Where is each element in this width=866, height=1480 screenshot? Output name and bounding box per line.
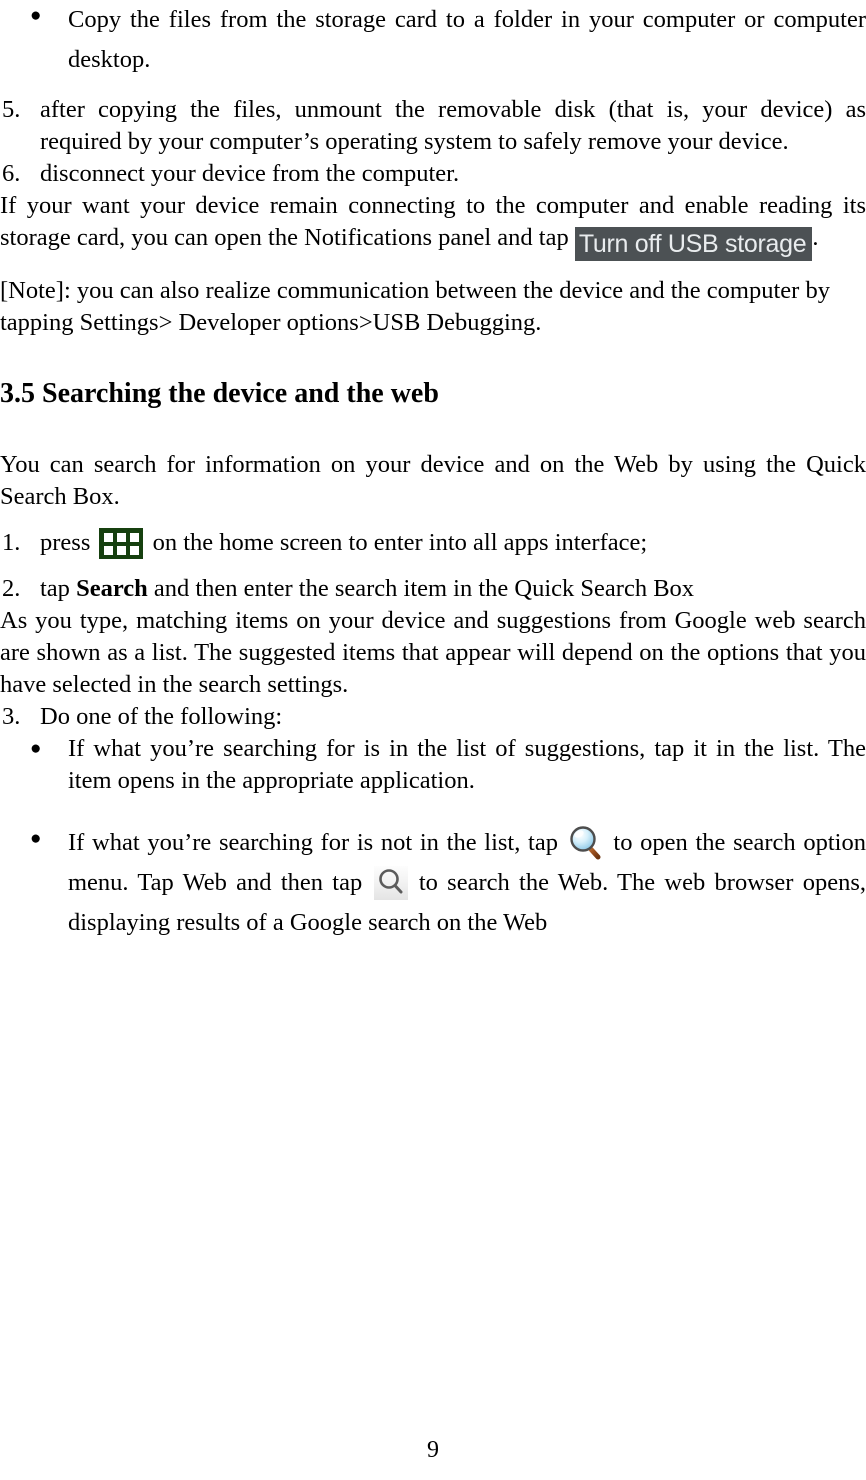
bullet-copy-files-text: Copy the files from the storage card to … (68, 6, 866, 73)
item-2-text: tap Search and then enter the search ite… (40, 573, 866, 605)
document-page: ● Copy the files from the storage card t… (0, 0, 866, 1480)
bullet-marker: ● (30, 828, 42, 849)
intro-paragraph: You can search for information on your d… (0, 451, 866, 510)
usb-paragraph-text-after: . (812, 224, 819, 251)
bullet-marker: ● (30, 5, 42, 26)
search-keyword: Search (76, 575, 148, 602)
list-item: 5. after copying the files, unmount the … (0, 94, 866, 158)
item-1-text-after: on the home screen to enter into all app… (152, 529, 648, 556)
list-number: 1. (2, 529, 21, 556)
grid-cell (117, 546, 127, 555)
usb-storage-paragraph: If your want your device remain connecti… (0, 190, 866, 261)
list-number: 5. (2, 96, 21, 123)
search-magnifier-flat-icon[interactable] (373, 866, 408, 900)
item-1-text: press on the home screen to enter into a… (40, 527, 866, 559)
list-item: 6. disconnect your device from the compu… (0, 158, 866, 190)
item-5-text: after copying the files, unmount the rem… (40, 96, 866, 155)
item-3-text: Do one of the following: (40, 703, 283, 730)
page-content: ● Copy the files from the storage card t… (0, 0, 866, 943)
list-item: ● If what you’re searching for is not in… (0, 823, 866, 943)
item-6-text: disconnect your device from the computer… (40, 160, 460, 187)
grid-cell (130, 533, 140, 542)
item-2-text-before: tap (40, 575, 70, 602)
bullet-marker: ● (30, 738, 42, 759)
bullet-not-in-list-part1: If what you’re searching for is not in t… (68, 829, 558, 856)
all-apps-grid-icon[interactable] (99, 528, 144, 559)
list-item: 3. Do one of the following: (0, 701, 866, 733)
as-you-type-paragraph: As you type, matching items on your devi… (0, 607, 866, 698)
grid-cell (117, 533, 127, 542)
list-number: 3. (2, 703, 21, 730)
page-number: 9 (427, 1437, 439, 1463)
list-item: ● Copy the files from the storage card t… (0, 0, 866, 80)
grid-cell (104, 546, 114, 555)
list-item: 2. tap Search and then enter the search … (0, 573, 866, 605)
note-paragraph: [Note]: you can also realize communicati… (0, 277, 830, 336)
list-number: 2. (2, 575, 21, 602)
list-number: 6. (2, 160, 21, 187)
bullet-in-list-text: If what you’re searching for is in the l… (68, 735, 866, 794)
grid-cell (104, 533, 114, 542)
item-1-text-before: press (40, 529, 91, 556)
search-magnifier-glossy-icon[interactable] (568, 825, 604, 861)
list-item: ● If what you’re searching for is in the… (0, 733, 866, 797)
section-heading: 3.5 Searching the device and the web (0, 378, 439, 409)
list-item: 1. press on the home screen to enter int… (0, 527, 866, 559)
item-2-text-after: and then enter the search item in the Qu… (153, 575, 695, 602)
grid-cell (130, 546, 140, 555)
turn-off-usb-storage-button[interactable]: Turn off USB storage (574, 227, 813, 261)
bullet-not-in-list-text: If what you’re searching for is not in t… (68, 823, 866, 943)
